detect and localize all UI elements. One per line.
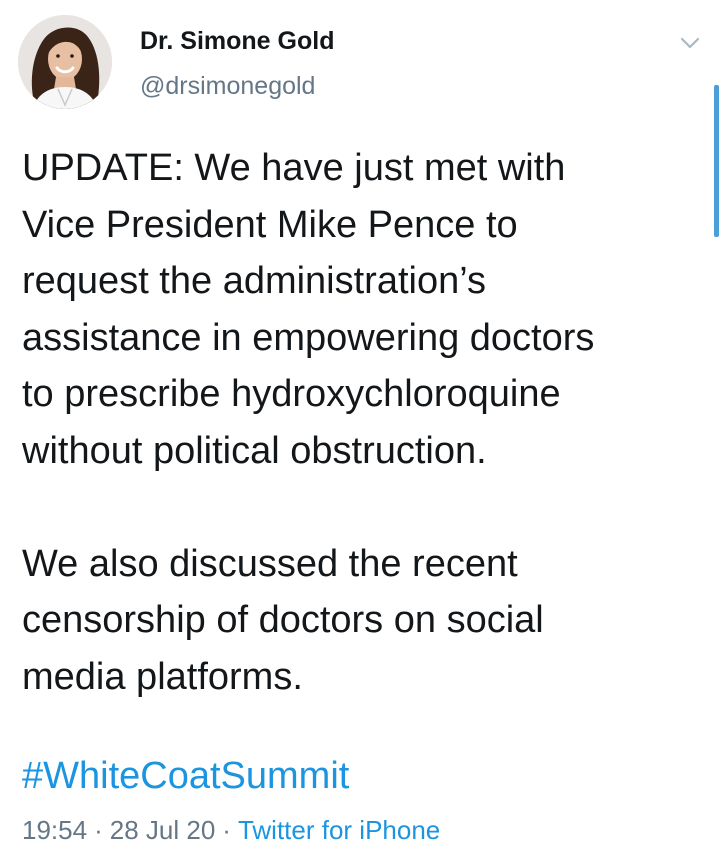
tweet-date[interactable]: 28 Jul 20 [110,815,216,845]
meta-separator: · [222,815,231,845]
avatar[interactable] [18,15,112,109]
tweet-paragraph-2: We also discussed the recent censorship … [22,542,544,698]
tweet-card: Dr. Simone Gold @drsimonegold UPDATE: We… [0,0,720,865]
tweet-time[interactable]: 19:54 [22,815,87,845]
tweet-meta: 19:54 · 28 Jul 20 · Twitter for iPhone [22,812,440,848]
hashtag-link[interactable]: #WhiteCoatSummit [22,748,349,804]
tweet-text: UPDATE: We have just met with Vice Presi… [22,140,712,705]
tweet-paragraph-1: UPDATE: We have just met with Vice Presi… [22,147,595,472]
scrollbar[interactable] [714,85,719,237]
tweet-source-link[interactable]: Twitter for iPhone [238,815,440,845]
avatar-image [18,15,112,109]
chevron-down-icon[interactable] [675,28,705,58]
author-display-name[interactable]: Dr. Simone Gold [140,26,334,56]
meta-separator: · [94,815,103,845]
author-handle[interactable]: @drsimonegold [140,71,315,101]
